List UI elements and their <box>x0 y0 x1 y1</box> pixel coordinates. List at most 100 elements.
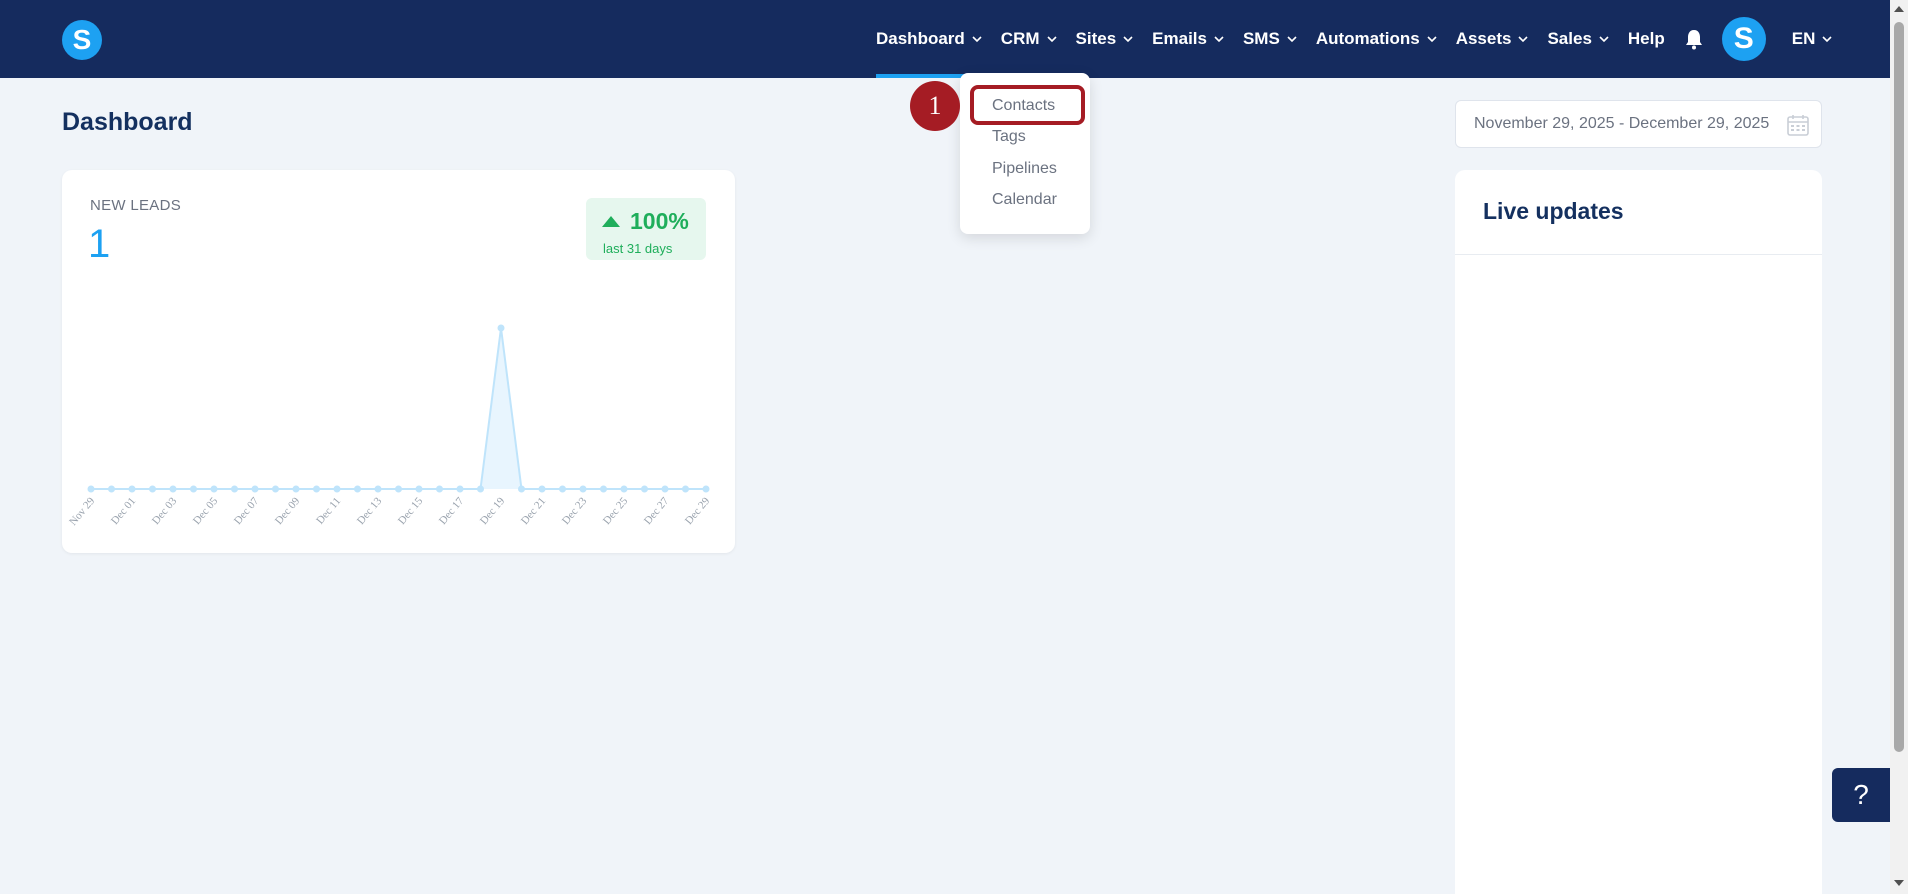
data-point[interactable] <box>395 485 402 493</box>
nav-label: Dashboard <box>876 29 965 48</box>
scroll-thumb[interactable] <box>1894 22 1904 752</box>
x-tick-label: Dec 13 <box>355 495 385 527</box>
nav-automations[interactable]: Automations <box>1316 0 1437 78</box>
language-label: EN <box>1791 29 1816 48</box>
x-tick-label: Dec 09 <box>273 495 303 527</box>
bell-icon[interactable] <box>1684 28 1704 50</box>
divider <box>1455 254 1822 255</box>
menu-item-calendar[interactable]: Calendar <box>992 191 1057 209</box>
data-point[interactable] <box>313 485 320 493</box>
menu-item-pipelines[interactable]: Pipelines <box>992 160 1057 178</box>
chevron-down-icon <box>1207 34 1224 44</box>
x-tick-label: Dec 03 <box>150 495 180 527</box>
x-tick-label: Nov 29 <box>67 495 98 528</box>
x-tick-label: Dec 27 <box>642 495 672 527</box>
x-tick-label: Dec 01 <box>109 495 138 527</box>
x-tick-label: Dec 23 <box>560 495 590 527</box>
nav-emails[interactable]: Emails <box>1152 0 1224 78</box>
x-tick-label: Dec 07 <box>232 495 262 527</box>
new-leads-chart: Nov 29 Dec 01 Dec 03 Dec 05 Dec 07 Dec 09 Dec … <box>67 324 713 528</box>
nav-dashboard[interactable]: Dashboard <box>876 0 982 78</box>
scroll-up-arrow-icon[interactable] <box>1894 6 1904 12</box>
live-updates-title: Live updates <box>1483 198 1624 224</box>
data-point[interactable] <box>128 485 136 493</box>
data-point[interactable] <box>108 485 115 493</box>
chevron-down-icon <box>1280 34 1297 44</box>
top-navigation-bar: S Dashboard CRM Sites Emails SMS Automations A… <box>0 0 1890 78</box>
data-point[interactable] <box>87 485 95 493</box>
nav-sales[interactable]: Sales <box>1547 0 1609 78</box>
data-point[interactable] <box>682 485 689 493</box>
x-tick-label: Dec 17 <box>437 495 467 527</box>
x-tick-label: Dec 11 <box>314 495 343 527</box>
avatar[interactable]: S <box>1721 17 1766 61</box>
data-point[interactable] <box>436 485 443 493</box>
nav-label: CRM <box>1000 29 1040 48</box>
nav-label: Assets <box>1455 29 1512 48</box>
data-point[interactable] <box>374 485 382 493</box>
help-button[interactable]: ? <box>1832 768 1890 822</box>
nav-label: SMS <box>1242 29 1280 48</box>
nav-sites[interactable]: Sites <box>1076 0 1134 78</box>
new-leads-card: NEW LEADS 1 100% last 31 days Nov 29 Dec … <box>62 170 735 553</box>
live-updates-panel: Live updates <box>1455 170 1822 894</box>
data-point[interactable] <box>292 485 300 493</box>
scrollbar[interactable] <box>1890 0 1908 894</box>
nav-assets[interactable]: Assets <box>1456 0 1529 78</box>
data-point[interactable] <box>415 485 423 493</box>
nav-label: Sites <box>1075 29 1117 48</box>
data-point[interactable] <box>149 485 156 493</box>
x-tick-label: Dec 29 <box>683 495 713 527</box>
data-point[interactable] <box>518 485 525 493</box>
data-point[interactable] <box>456 485 464 493</box>
leads-area <box>91 328 706 489</box>
x-tick-label: Dec 05 <box>191 495 221 527</box>
step-badge: 1 <box>910 81 960 131</box>
x-tick-label: Dec 15 <box>396 495 426 527</box>
nav-label: Sales <box>1547 29 1592 48</box>
data-point[interactable] <box>702 485 710 493</box>
chevron-down-icon <box>1592 34 1609 44</box>
nav-label: Emails <box>1152 29 1207 48</box>
data-point[interactable] <box>620 485 628 493</box>
nav-sms[interactable]: SMS <box>1243 0 1297 78</box>
data-point[interactable] <box>333 485 341 493</box>
calendar-icon <box>1787 115 1809 136</box>
data-point[interactable] <box>354 485 361 493</box>
x-tick-label: Dec 21 <box>519 495 548 527</box>
page-title: Dashboard <box>62 108 193 136</box>
data-point[interactable] <box>559 485 566 493</box>
data-point[interactable] <box>251 485 259 493</box>
data-point[interactable] <box>231 485 238 493</box>
nav-label: Automations <box>1315 29 1420 48</box>
data-point[interactable] <box>272 485 279 493</box>
data-point[interactable] <box>600 485 607 493</box>
date-range-text: November 29, 2025 - December 29, 2025 <box>1474 115 1770 132</box>
date-range-picker[interactable]: November 29, 2025 - December 29, 2025 <box>1455 100 1822 148</box>
data-point[interactable] <box>497 324 505 332</box>
chevron-down-icon <box>1815 34 1832 44</box>
contacts-highlight-box <box>970 85 1085 125</box>
nav-crm[interactable]: CRM <box>1001 0 1057 78</box>
chevron-down-icon <box>1040 34 1057 44</box>
data-point[interactable] <box>210 485 218 493</box>
scroll-down-arrow-icon[interactable] <box>1894 880 1904 886</box>
x-tick-label: Dec 25 <box>601 495 631 527</box>
data-point[interactable] <box>579 485 587 493</box>
chevron-down-icon <box>1116 34 1133 44</box>
nav-label: Help <box>1627 29 1665 48</box>
data-point[interactable] <box>641 485 648 493</box>
x-tick-label: Dec 19 <box>478 495 508 527</box>
menu-item-tags[interactable]: Tags <box>992 128 1026 146</box>
chevron-down-icon <box>965 34 982 44</box>
data-point[interactable] <box>190 485 197 493</box>
nav-help[interactable]: Help <box>1628 0 1665 78</box>
logo[interactable]: S <box>62 20 102 60</box>
data-point[interactable] <box>661 485 669 493</box>
data-point[interactable] <box>477 485 484 493</box>
main-nav: Dashboard CRM Sites Emails SMS Automations Ass… <box>876 0 1832 78</box>
leads-line <box>91 327 706 490</box>
data-point[interactable] <box>538 485 546 493</box>
data-point[interactable] <box>169 485 177 493</box>
language-selector[interactable]: EN <box>1792 0 1833 78</box>
